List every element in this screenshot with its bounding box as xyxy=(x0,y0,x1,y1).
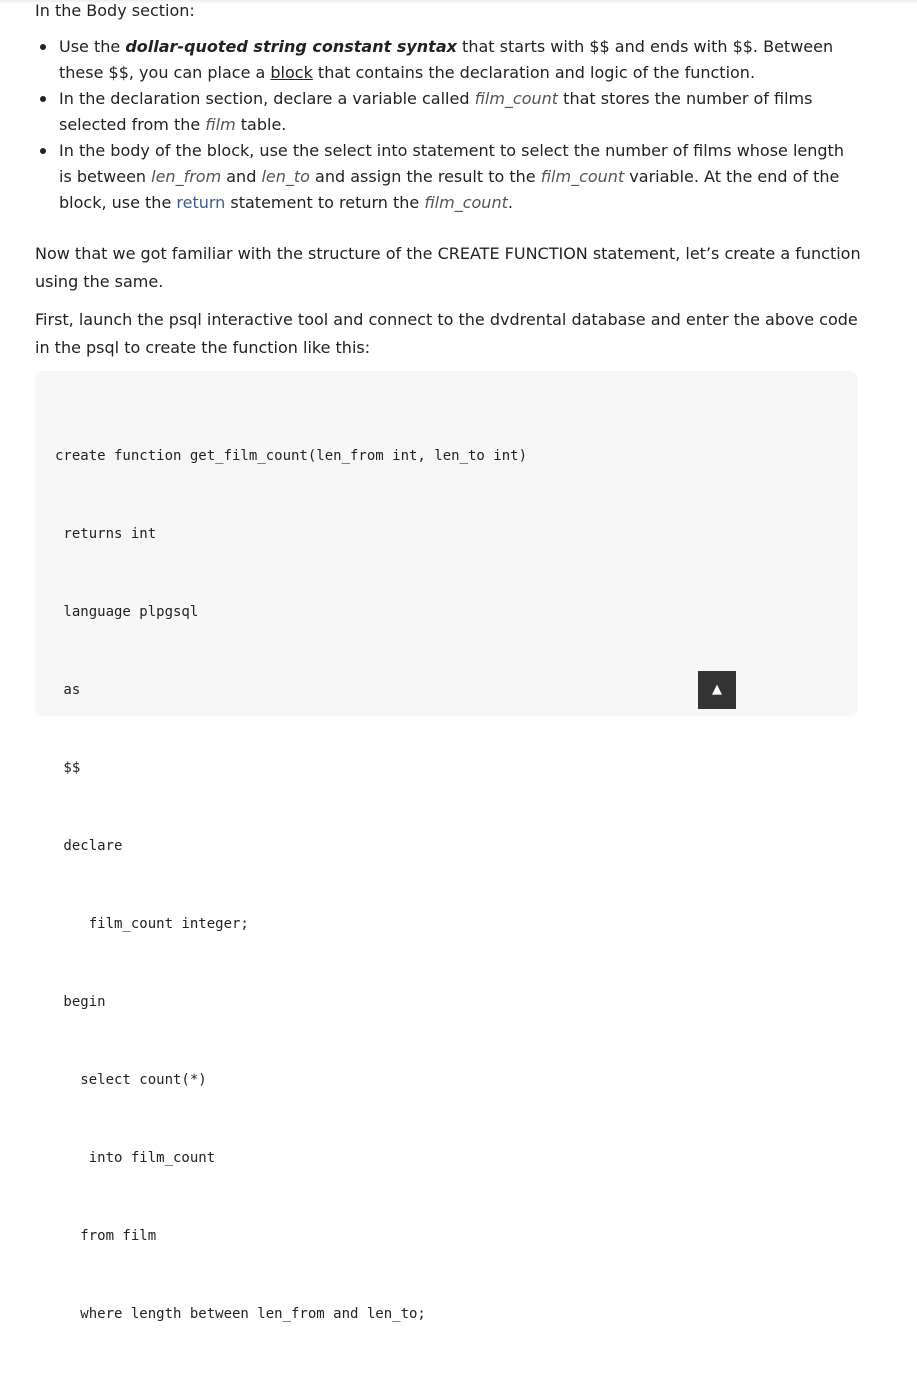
code-line: from film xyxy=(55,1228,157,1244)
text: In the body of the block, use the xyxy=(59,141,325,160)
text: Use the xyxy=(59,37,126,56)
body-section-list: Use the dollar-quoted string constant sy… xyxy=(35,34,855,216)
code-line: begin xyxy=(55,994,106,1010)
code-line: into film_count xyxy=(55,1150,216,1166)
text: . xyxy=(507,193,513,212)
code-line: as xyxy=(55,682,81,698)
body-section-intro: In the Body section: xyxy=(35,1,195,20)
code-line: language plpgsql xyxy=(55,604,199,620)
variable-name: film_count xyxy=(540,167,625,186)
variable-name: film_count xyxy=(474,89,559,108)
list-item: In the body of the block, use the select… xyxy=(35,138,855,216)
paragraph: Now that we got familiar with the struct… xyxy=(35,244,861,291)
list-item: Use the dollar-quoted string constant sy… xyxy=(35,34,855,86)
code-line: declare xyxy=(55,838,123,854)
keyword: return xyxy=(176,193,226,212)
list-item: In the declaration section, declare a va… xyxy=(35,86,855,138)
code-text: create function get_film_count(len_from … xyxy=(55,391,527,1379)
block-link[interactable]: block xyxy=(270,63,312,82)
back-to-top-button[interactable]: ▲ xyxy=(698,671,736,709)
variable-name: film_count xyxy=(424,193,508,212)
variable-name: len_to xyxy=(261,167,310,186)
code-line: create function get_film_count(len_from … xyxy=(55,448,528,464)
code-block[interactable]: create function get_film_count(len_from … xyxy=(35,371,858,1322)
keyword: select into xyxy=(324,141,408,160)
text: statement to return the xyxy=(225,193,425,212)
code-line: film_count integer; xyxy=(55,916,249,932)
dollar-quoted-link[interactable]: dollar-quoted string constant syntax xyxy=(125,37,457,56)
text: and assign the result to the xyxy=(309,167,541,186)
paragraph: First, launch the psql interactive tool … xyxy=(35,310,858,357)
text: In the declaration section, declare a va… xyxy=(59,89,475,108)
code-line: where length between len_from and len_to… xyxy=(55,1306,426,1322)
text: that contains the declaration and logic … xyxy=(312,63,756,82)
variable-name: film xyxy=(205,115,236,134)
variable-name: len_from xyxy=(151,167,222,186)
code-line: $$ xyxy=(55,760,81,776)
code-line: select count(*) xyxy=(55,1072,207,1088)
arrow-up-icon: ▲ xyxy=(712,682,722,697)
text: and xyxy=(221,167,262,186)
text: table. xyxy=(235,115,287,134)
code-line: returns int xyxy=(55,526,157,542)
